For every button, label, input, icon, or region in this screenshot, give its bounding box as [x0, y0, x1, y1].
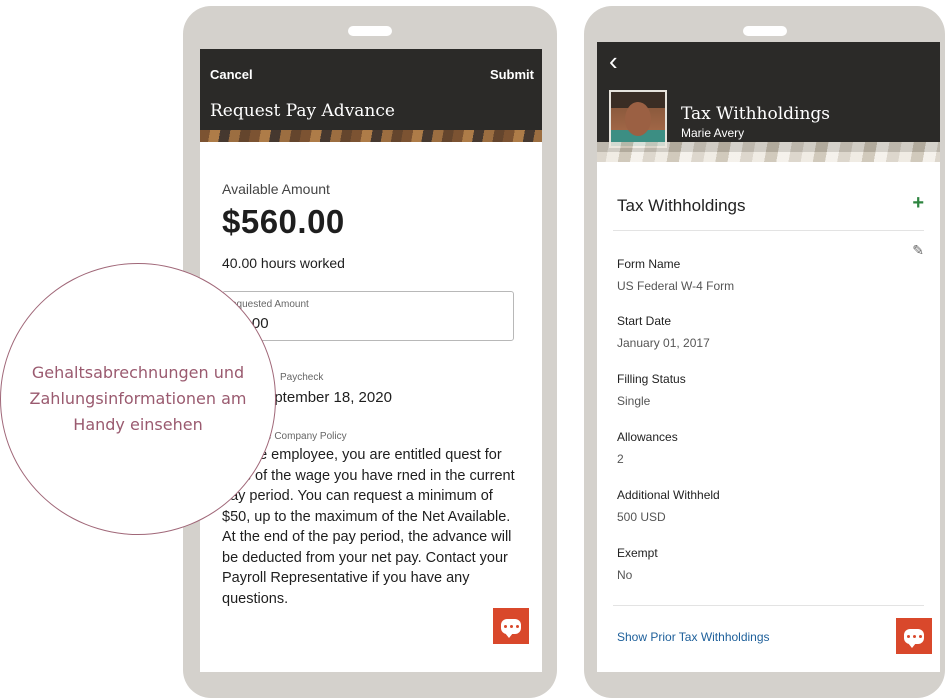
field-value-start-date: January 01, 2017	[617, 336, 710, 350]
section-title: Tax Withholdings	[617, 196, 746, 215]
field-value-filling-status: Single	[617, 394, 651, 408]
field-label-allowances: Allowances	[617, 430, 678, 444]
field-value-form-name: US Federal W-4 Form	[617, 279, 735, 293]
policy-label: e Company Policy	[266, 431, 347, 442]
available-amount-label: Available Amount	[222, 181, 330, 197]
pay-advance-header: Cancel Submit Request Pay Advance	[200, 49, 542, 142]
field-value-allowances: 2	[617, 452, 624, 466]
person-name: Marie Avery	[681, 126, 745, 140]
paycheck-date: eptember 18, 2020	[266, 389, 392, 406]
header-pattern	[200, 130, 542, 142]
back-chevron-icon[interactable]: ‹	[609, 48, 618, 74]
phone-right: ‹ Tax Withholdings Marie Avery Tax Withh…	[584, 6, 945, 698]
field-label-filling-status: Filling Status	[617, 372, 686, 386]
phone-speaker	[348, 26, 392, 36]
divider	[613, 605, 924, 606]
tax-withholdings-screen: ‹ Tax Withholdings Marie Avery Tax Withh…	[597, 42, 940, 672]
plus-icon[interactable]: +	[912, 192, 924, 215]
pencil-icon[interactable]: ✎	[912, 242, 924, 259]
info-circle: Gehaltsabrechnungen und Zahlungsinformat…	[0, 263, 276, 535]
divider	[613, 230, 924, 231]
avatar	[609, 90, 667, 148]
requested-amount-input[interactable]: equested Amount 60.00	[222, 291, 514, 341]
field-value-exempt: No	[617, 568, 633, 582]
field-label-start-date: Start Date	[617, 314, 672, 328]
hours-worked: 40.00 hours worked	[222, 255, 345, 271]
field-label-form-name: Form Name	[617, 257, 681, 271]
tax-header-title: Tax Withholdings	[681, 104, 831, 124]
cancel-button[interactable]: Cancel	[210, 67, 253, 82]
requested-amount-label: equested Amount	[231, 299, 309, 310]
policy-text: eligible employee, you are entitled ques…	[222, 447, 515, 607]
phone-speaker	[742, 26, 787, 36]
paycheck-label: Paycheck	[280, 372, 324, 383]
chat-icon	[904, 628, 924, 648]
chat-icon	[501, 618, 521, 638]
show-prior-link[interactable]: Show Prior Tax Withholdings	[617, 630, 770, 644]
page-title: Request Pay Advance	[210, 101, 395, 121]
chat-button[interactable]	[493, 608, 529, 644]
submit-button[interactable]: Submit	[490, 67, 534, 82]
field-value-additional-withheld: 500 USD	[617, 510, 666, 524]
chat-button[interactable]	[896, 618, 932, 654]
field-label-additional-withheld: Additional Withheld	[617, 488, 720, 502]
header-pattern	[597, 142, 940, 162]
info-circle-text: Gehaltsabrechnungen und Zahlungsinformat…	[29, 363, 247, 434]
field-label-exempt: Exempt	[617, 546, 658, 560]
tax-header: ‹ Tax Withholdings Marie Avery	[597, 42, 940, 162]
available-amount-value: $560.00	[222, 203, 345, 240]
